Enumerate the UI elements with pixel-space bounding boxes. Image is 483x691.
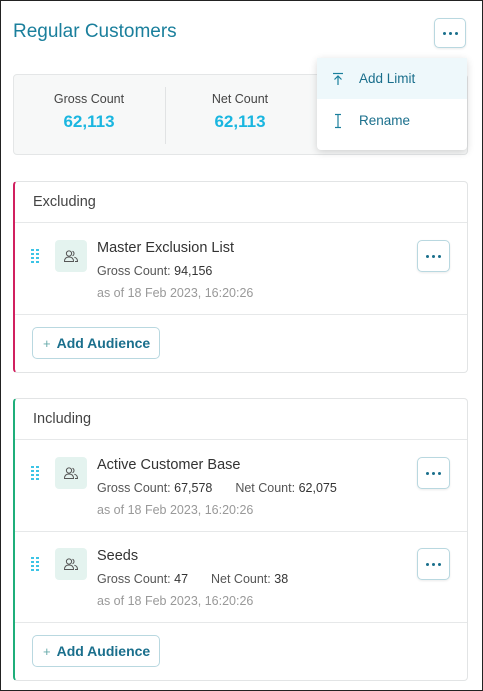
net-count-value: 62,075 [298,481,337,495]
page-title: Regular Customers [13,21,177,42]
audience-options-button[interactable] [417,457,450,489]
users-icon [55,548,87,580]
drag-handle-icon[interactable] [31,466,39,480]
audience-name: Master Exclusion List [97,240,234,256]
users-icon [55,240,87,272]
menu-item-label: Rename [359,113,411,128]
divider [15,314,467,315]
audience-options-button[interactable] [417,548,450,580]
net-count-stat: Net Count 62,113 [165,75,315,156]
gross-count-stat: Gross Count 62,113 [14,75,164,156]
add-audience-button[interactable]: + Add Audience [32,327,160,359]
audience-item: Active Customer Base Gross Count: 67,578… [15,457,467,547]
more-options-button[interactable] [434,18,466,48]
audience-timestamp: as of 18 Feb 2023, 16:20:26 [97,503,254,517]
audience-name: Active Customer Base [97,457,241,473]
audience-panel: Regular Customers Gross Count 62,113 Net… [0,0,483,691]
gross-count-label: Gross Count: [97,264,171,278]
gross-count-value: 47 [174,572,189,586]
net-count-label: Net Count [211,92,269,106]
net-count-label: Net Count: [211,572,271,586]
arrow-to-top-icon [317,72,359,86]
options-menu: Add Limit Rename [317,58,467,150]
net-count-label: Net Count: [235,481,296,495]
drag-handle-icon[interactable] [31,557,39,571]
gross-count-value: 94,156 [174,264,213,278]
audience-item: Master Exclusion List Gross Count: 94,15… [15,240,467,330]
audience-options-button[interactable] [417,240,450,272]
divider [15,439,467,440]
more-dots-icon [426,254,441,258]
audience-name: Seeds [97,548,139,564]
menu-item-label: Add Limit [359,71,416,86]
audience-item: Seeds Gross Count: 47 Net Count: 38 as o… [15,548,467,638]
gross-count-label: Gross Count: [97,481,171,495]
text-cursor-icon [317,113,359,129]
including-section: Including Active Customer Base Gross Cou… [13,398,468,681]
gross-count-value: 67,578 [174,481,213,495]
section-title: Including [33,411,92,427]
gross-count-value: 62,113 [63,112,115,131]
divider [15,531,467,532]
drag-handle-icon[interactable] [31,249,39,263]
menu-item-add-limit[interactable]: Add Limit [317,58,467,99]
menu-item-rename[interactable]: Rename [317,100,467,141]
audience-timestamp: as of 18 Feb 2023, 16:20:26 [97,594,254,608]
plus-icon: + [43,643,51,659]
add-audience-label: Add Audience [56,335,151,351]
audience-counts: Gross Count: 47 Net Count: 38 [97,572,288,586]
add-audience-label: Add Audience [56,643,151,659]
excluding-section: Excluding Master Exclusion List Gross Co… [13,181,468,373]
users-icon [55,457,87,489]
more-dots-icon [442,31,458,35]
more-dots-icon [426,471,441,475]
net-count-value: 38 [274,572,289,586]
audience-timestamp: as of 18 Feb 2023, 16:20:26 [97,286,254,300]
more-dots-icon [426,562,441,566]
add-audience-button[interactable]: + Add Audience [32,635,160,667]
gross-count-label: Gross Count: [97,572,171,586]
divider [15,622,467,623]
net-count-value: 62,113 [214,112,266,131]
plus-icon: + [43,335,51,351]
audience-counts: Gross Count: 67,578 Net Count: 62,075 [97,481,337,495]
section-title: Excluding [33,194,96,210]
divider [15,222,467,223]
audience-counts: Gross Count: 94,156 [97,264,212,278]
gross-count-label: Gross Count [53,92,125,106]
